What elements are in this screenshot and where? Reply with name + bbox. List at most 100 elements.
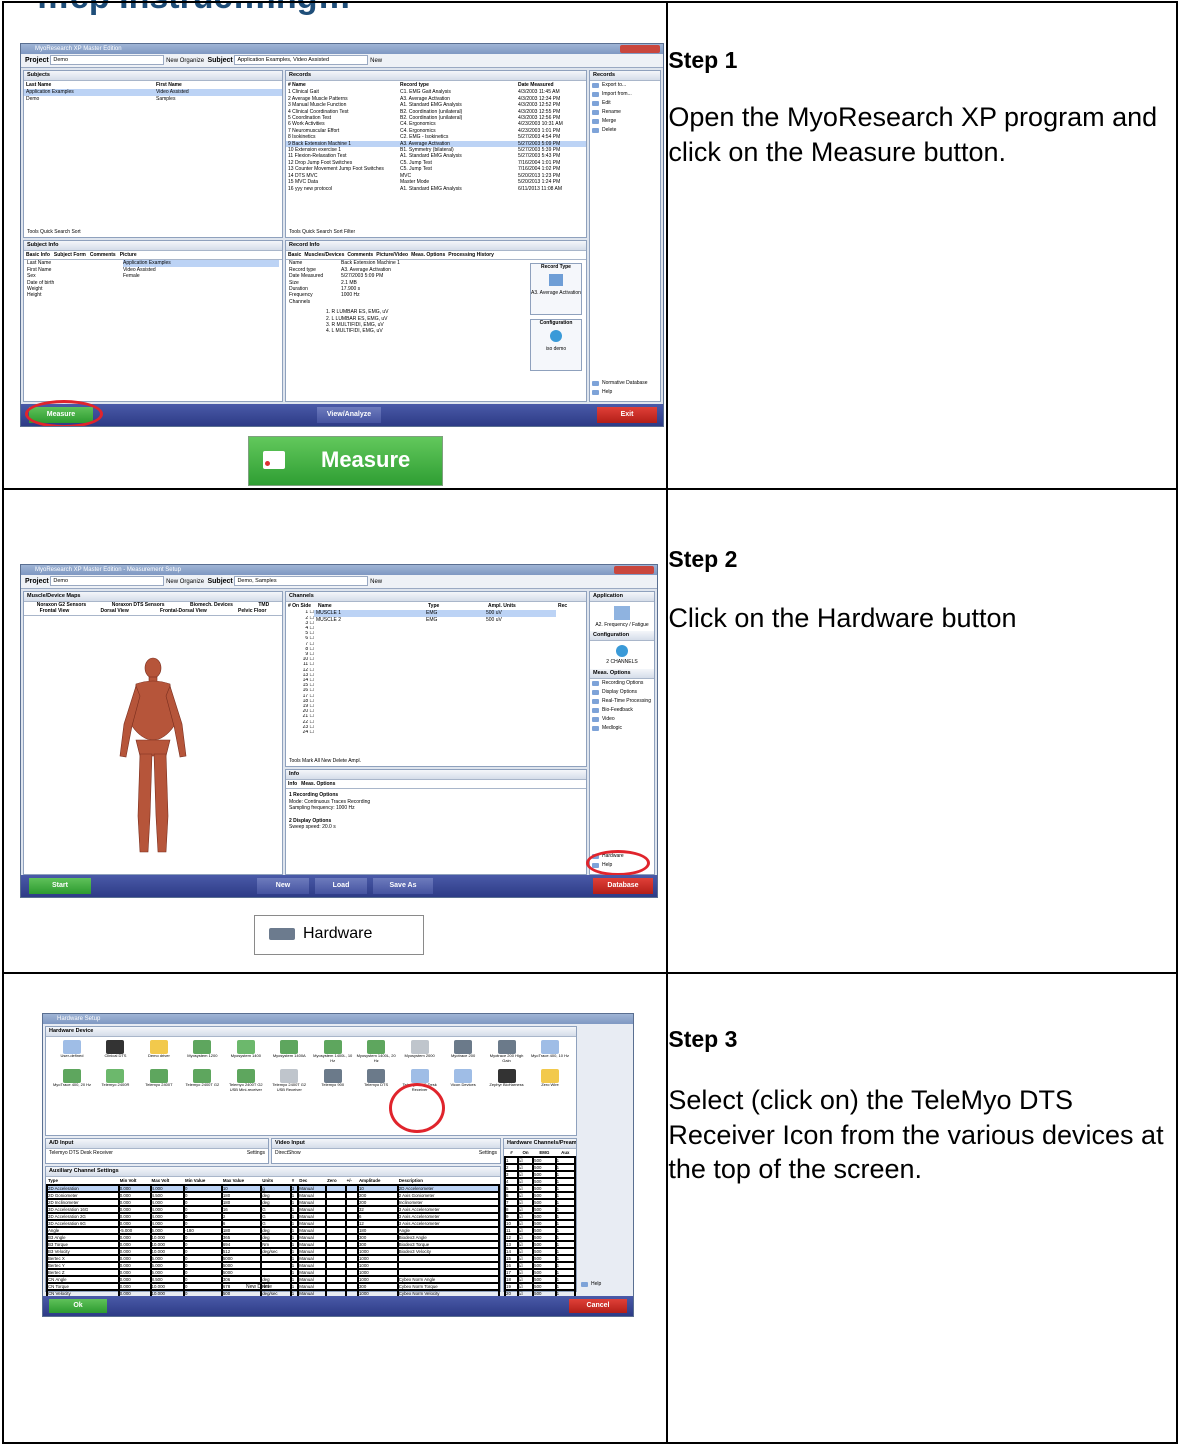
configuration-box[interactable]: Configuration iso demo xyxy=(530,319,582,371)
subject-select[interactable]: Application Examples, Video Assisted xyxy=(234,55,369,66)
col-name[interactable]: # Name xyxy=(288,82,400,88)
help-button[interactable]: Help xyxy=(590,388,660,397)
device-icon-item[interactable]: Telemyo 2400R xyxy=(95,1069,135,1092)
hw-on[interactable]: ☑ xyxy=(516,1282,535,1291)
aux-row[interactable]: Bertec Z 0.000 5.000 0 5000 1 Manual 1000 xyxy=(46,1268,501,1277)
aux-row[interactable]: Bertec Y 0.000 5.000 0 5000 1 Manual 1000 xyxy=(46,1261,501,1270)
meas-option-item[interactable]: Display Options xyxy=(590,688,654,697)
hw-header-cell[interactable]: Aux xyxy=(556,1149,575,1157)
device-icon-item[interactable]: Telemyo 2400T G2 USB Receiver xyxy=(269,1069,309,1092)
device-icon-item[interactable]: Vicon Devices xyxy=(443,1069,483,1092)
window-controls[interactable] xyxy=(620,45,660,53)
normative-database-button[interactable]: Normative Database xyxy=(590,379,660,388)
exit-button[interactable]: Exit xyxy=(597,407,657,423)
record-type-box[interactable]: Record Type A3. Average Activation xyxy=(530,263,582,315)
help-button[interactable]: Help xyxy=(579,1280,601,1289)
hw-on[interactable]: ☑ xyxy=(516,1170,535,1179)
new-project-button[interactable]: New xyxy=(166,58,178,64)
ad-input-select[interactable]: Telemyo DTS Desk Receiver xyxy=(49,1150,113,1156)
subject-info-tab[interactable]: Picture xyxy=(120,252,137,258)
aux-row[interactable]: 2D Inclinometer 0.000 4.000 0 180 deg 1 Manual 2… xyxy=(46,1198,501,1207)
hw-row[interactable]: 5 ☑ 500 1 xyxy=(504,1184,577,1193)
video-input-select[interactable]: DirectShow xyxy=(275,1150,301,1156)
configuration-icon[interactable] xyxy=(616,645,628,658)
hw-on[interactable]: ☑ xyxy=(516,1226,535,1235)
aux-row[interactable]: CN Torque 0.000 10.000 0 678 Nm 1 Manual 300 Cybe… xyxy=(46,1282,501,1291)
device-icon-item[interactable]: Myosystem 1400A xyxy=(269,1040,309,1063)
records-side-item[interactable]: Delete xyxy=(590,126,660,135)
device-icon-item[interactable]: MyoTrace 400, 20 Hz xyxy=(52,1069,92,1092)
ok-button[interactable]: Ok xyxy=(49,1299,107,1313)
info-tab[interactable]: Info xyxy=(288,781,297,787)
channel-number[interactable]: 24 ☐ xyxy=(286,730,314,735)
aux-row[interactable]: 2D Goniometer 0.000 4.500 0 180 deg 1 Manual 200… xyxy=(46,1191,501,1200)
records-side-item[interactable]: Merge xyxy=(590,117,660,126)
device-icon-item[interactable]: Myotrace 200 xyxy=(443,1040,483,1063)
aux-row[interactable]: B3 Angle 0.000 10.000 0 365 deg 1 Manual 300 Biod… xyxy=(46,1233,501,1242)
hw-row[interactable]: 3 ☑ 500 1 xyxy=(504,1170,577,1179)
hw-on[interactable]: ☑ xyxy=(516,1177,535,1186)
aux-row[interactable]: 3D Acceleration 6G 0.000 4.000 0 6 G 1 Manual 12… xyxy=(46,1219,501,1228)
record-info-tab[interactable]: Comments xyxy=(347,252,373,258)
aux-header-cell[interactable]: Min Value xyxy=(184,1177,222,1185)
device-icon-item[interactable]: Myosystem 1400L, 10 Hz xyxy=(313,1040,353,1063)
hw-row[interactable]: 11 ☑ 500 1 xyxy=(504,1226,577,1235)
hw-row[interactable]: 9 ☑ 500 1 xyxy=(504,1212,577,1221)
col-type[interactable]: Record type xyxy=(400,82,518,88)
database-button[interactable]: Database xyxy=(593,878,653,894)
meas-option-item[interactable]: Recording Options xyxy=(590,679,654,688)
aux-header-cell[interactable]: # xyxy=(291,1177,299,1185)
project-select[interactable]: Demo xyxy=(50,55,165,66)
col-date[interactable]: Date Measured xyxy=(518,82,554,88)
start-button[interactable]: Start xyxy=(29,878,91,894)
hw-on[interactable]: ☑ xyxy=(516,1198,535,1207)
load-button[interactable]: Load xyxy=(315,878,367,894)
subject-info-tab[interactable]: Basic Info xyxy=(26,252,50,258)
channel-row[interactable]: MUSCLE 2 EMG 500 uV xyxy=(314,617,556,623)
record-info-tab[interactable]: Basic xyxy=(288,252,301,258)
records-side-item[interactable]: Export to... xyxy=(590,81,660,90)
record-info-tab[interactable]: Muscles/Devices xyxy=(304,252,344,258)
window-controls[interactable] xyxy=(614,566,654,574)
device-icon-item[interactable]: Demo driver xyxy=(139,1040,179,1063)
aux-row[interactable]: B3 Velocity 0.000 10.000 0 512 deg/sec 1 Manual… xyxy=(46,1247,501,1256)
hw-row[interactable]: 8 ☑ 500 1 xyxy=(504,1205,577,1214)
device-icon-item[interactable]: Telemyo 900 xyxy=(313,1069,353,1092)
subject-row[interactable]: Demo Samples xyxy=(24,96,282,102)
field-value[interactable] xyxy=(123,292,279,298)
aux-row[interactable]: 3D Acceleration 2G 0.000 4.000 0 2 G 1 Manual 6 3… xyxy=(46,1212,501,1221)
hw-row[interactable]: 18 ☑ 500 1 xyxy=(504,1275,577,1284)
hw-on[interactable]: ☑ xyxy=(516,1212,535,1221)
record-info-tab[interactable]: Picture/Video xyxy=(376,252,408,258)
hw-on[interactable]: ☑ xyxy=(516,1247,535,1256)
records-side-item[interactable]: Rename xyxy=(590,108,660,117)
device-icon-item[interactable]: MyoTrace 400, 10 Hz xyxy=(530,1040,570,1063)
hw-on[interactable]: ☑ xyxy=(516,1233,535,1242)
tools-bar-left[interactable]: Tools Quick Search Sort xyxy=(27,229,81,235)
hw-row[interactable]: 10 ☑ 500 1 xyxy=(504,1219,577,1228)
hw-header-cell[interactable]: # xyxy=(505,1149,518,1157)
tools-bar-right[interactable]: Tools Quick Search Sort Filter xyxy=(289,229,355,235)
aux-row[interactable]: Bertec X 0.000 5.000 0 5000 1 Manual 1000 xyxy=(46,1254,501,1263)
hw-row[interactable]: 4 ☑ 500 1 xyxy=(504,1177,577,1186)
hw-header-cell[interactable]: EMG xyxy=(533,1149,556,1157)
hw-row[interactable]: 12 ☑ 500 1 xyxy=(504,1233,577,1242)
device-icon-item[interactable]: Zero Wire xyxy=(530,1069,570,1092)
hw-on[interactable]: ☑ xyxy=(516,1254,535,1263)
aux-row[interactable]: Angle -5.000 5.000 -180 180 deg 1 Manual 180 Angl… xyxy=(46,1226,501,1235)
record-row[interactable]: 16 yyy new protocol A1. Standard EMG Anal… xyxy=(286,186,586,192)
aux-footer[interactable]: New Delete xyxy=(246,1284,272,1290)
aux-row[interactable]: 3D Acceleration 16G 0.000 4.000 0 16 G 1 Manual… xyxy=(46,1205,501,1214)
hw-row[interactable]: 15 ☑ 500 1 xyxy=(504,1254,577,1263)
hw-row[interactable]: 19 ☑ 500 1 xyxy=(504,1282,577,1291)
new-subject-button[interactable]: New xyxy=(370,579,382,585)
muscle-body-figure[interactable] xyxy=(24,616,282,866)
maps-view-tab[interactable]: Pelvic Floor xyxy=(238,608,266,614)
new-subject-button[interactable]: New xyxy=(370,58,382,64)
aux-header-cell[interactable]: Type xyxy=(47,1177,119,1185)
info-tab[interactable]: Meas. Options xyxy=(301,781,335,787)
meas-option-item[interactable]: Medlogic xyxy=(590,724,654,733)
records-side-item[interactable]: Edit xyxy=(590,99,660,108)
cancel-button[interactable]: Cancel xyxy=(569,1299,627,1313)
project-select[interactable]: Demo xyxy=(50,576,165,587)
